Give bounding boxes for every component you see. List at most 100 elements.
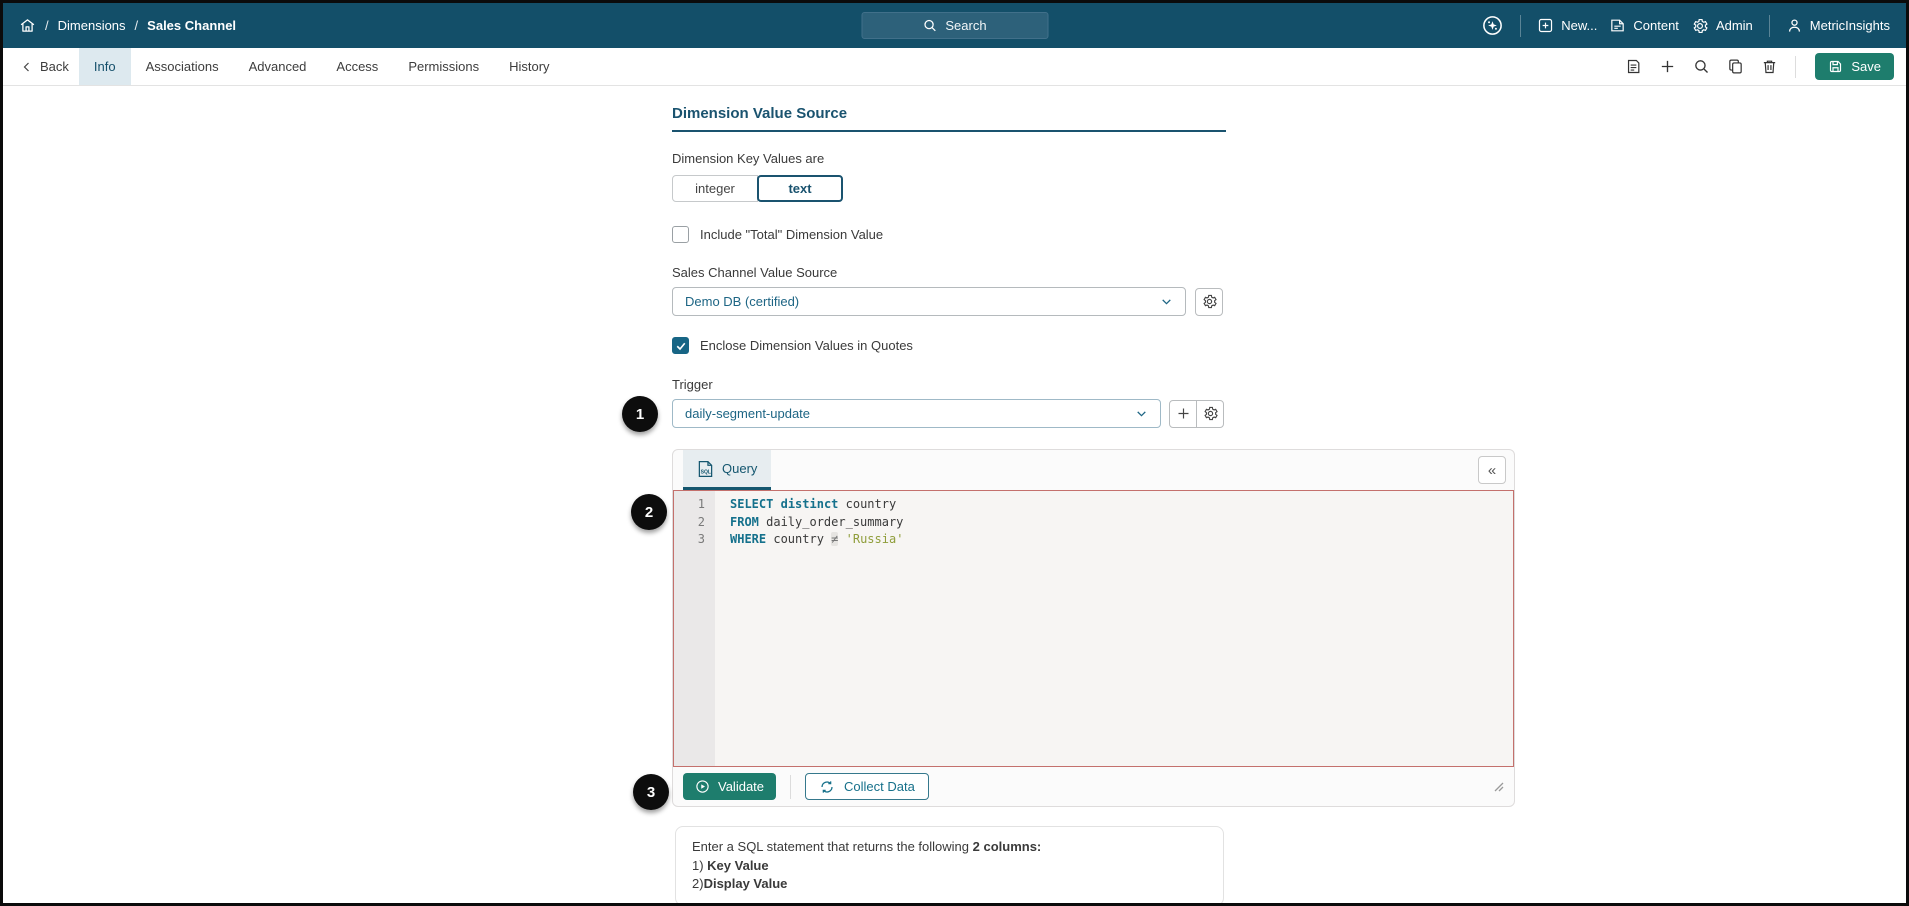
annotation-badge-3: 3 <box>633 774 669 810</box>
add-icon[interactable] <box>1659 58 1676 75</box>
sql-help-box: Enter a SQL statement that returns the f… <box>675 826 1224 903</box>
collapse-panel-button[interactable]: « <box>1478 456 1506 484</box>
chevron-down-icon <box>1160 295 1173 308</box>
tab-query[interactable]: SQL Query <box>683 450 772 490</box>
delete-icon[interactable] <box>1761 58 1778 75</box>
tab-info[interactable]: Info <box>78 48 131 85</box>
include-total-checkbox-row[interactable]: Include "Total" Dimension Value <box>672 226 1226 243</box>
help-line-2: 1) Key Value <box>692 857 769 873</box>
content-menu[interactable]: Content <box>1609 17 1679 34</box>
value-source-label: Sales Channel Value Source <box>672 265 838 280</box>
breadcrumb-section[interactable]: Dimensions <box>58 18 126 33</box>
trigger-row: 1 daily-segment-update <box>622 396 1226 432</box>
search-icon <box>922 18 937 33</box>
notes-icon[interactable] <box>1625 58 1642 75</box>
tab-associations[interactable]: Associations <box>131 48 234 85</box>
app-window: / Dimensions / Sales Channel Search New.… <box>0 0 1909 906</box>
user-icon <box>1786 17 1803 34</box>
assistant-icon[interactable] <box>1481 14 1504 37</box>
code-line: FROM daily_order_summary <box>730 514 904 529</box>
enclose-quotes-checkbox-row[interactable]: Enclose Dimension Values in Quotes <box>672 337 1226 354</box>
query-panel: 2 3 SQL Query « 123 SELECT distinct coun… <box>631 449 1515 810</box>
editor-line-numbers: 123 <box>674 491 715 766</box>
value-source-row: Demo DB (certified) <box>672 287 1226 316</box>
key-values-option-text[interactable]: text <box>757 175 843 202</box>
query-panel-footer: Validate Collect Data <box>673 767 1514 806</box>
divider <box>1795 55 1797 78</box>
gear-icon <box>1691 17 1709 35</box>
new-menu[interactable]: New... <box>1537 17 1597 34</box>
enclose-quotes-checkbox[interactable] <box>672 337 689 354</box>
editor-code[interactable]: SELECT distinct country FROM daily_order_… <box>715 491 903 766</box>
trigger-value: daily-segment-update <box>685 406 811 421</box>
validate-button[interactable]: Validate <box>683 773 777 800</box>
content-icon <box>1609 17 1626 34</box>
breadcrumb-current: Sales Channel <box>147 18 237 33</box>
divider <box>1520 14 1522 37</box>
main-content: Dimension Value Source Dimension Key Val… <box>3 86 1906 903</box>
help-line-3: 2)Display Value <box>692 876 788 891</box>
trigger-select[interactable]: daily-segment-update <box>672 399 1161 428</box>
tab-advanced[interactable]: Advanced <box>234 48 322 85</box>
save-button[interactable]: Save <box>1815 53 1894 80</box>
sql-editor[interactable]: 123 SELECT distinct country FROM daily_or… <box>673 490 1514 767</box>
svg-text:SQL: SQL <box>701 469 711 475</box>
value-source-select[interactable]: Demo DB (certified) <box>672 287 1186 316</box>
user-menu-label: MetricInsights <box>1809 18 1890 33</box>
save-icon <box>1828 59 1843 74</box>
search-icon[interactable] <box>1693 58 1710 75</box>
include-total-label: Include "Total" Dimension Value <box>700 227 884 242</box>
refresh-icon <box>819 779 835 795</box>
value-source-settings-button[interactable] <box>1195 287 1223 316</box>
chevron-down-icon <box>1135 407 1148 420</box>
sql-file-icon: SQL <box>697 460 714 478</box>
navbar-menu: New... Content Admin MetricInsights <box>1481 14 1890 37</box>
user-menu[interactable]: MetricInsights <box>1786 17 1890 34</box>
query-tab-label: Query <box>722 461 758 476</box>
content-menu-label: Content <box>1633 18 1679 33</box>
value-source-value: Demo DB (certified) <box>685 294 800 309</box>
admin-menu[interactable]: Admin <box>1691 17 1753 35</box>
trigger-buttons <box>1169 399 1224 428</box>
top-navbar: / Dimensions / Sales Channel Search New.… <box>3 3 1906 48</box>
divider <box>1768 14 1770 37</box>
validate-label: Validate <box>718 779 765 794</box>
key-values-option-integer[interactable]: integer <box>672 175 758 202</box>
key-values-toggle: integer text <box>672 175 843 202</box>
search-label: Search <box>945 18 987 33</box>
enclose-quotes-label: Enclose Dimension Values in Quotes <box>700 338 913 353</box>
trigger-settings-button[interactable] <box>1196 399 1224 428</box>
duplicate-icon[interactable] <box>1727 58 1744 75</box>
collect-data-button[interactable]: Collect Data <box>805 773 929 800</box>
new-plus-icon <box>1537 17 1554 34</box>
section-title: Dimension Value Source <box>672 86 1226 132</box>
page-toolbar: Back Info Associations Advanced Access P… <box>3 48 1906 86</box>
toolbar-actions: Save <box>1625 53 1894 80</box>
breadcrumb-separator: / <box>45 18 49 33</box>
help-line-1: Enter a SQL statement that returns the f… <box>692 839 1042 854</box>
tab-history[interactable]: History <box>494 48 564 85</box>
save-label: Save <box>1851 59 1881 74</box>
global-search[interactable]: Search <box>861 12 1048 39</box>
breadcrumb-separator: / <box>134 18 139 33</box>
query-panel-header: SQL Query « <box>673 450 1514 490</box>
trigger-label: Trigger <box>672 377 713 392</box>
back-label: Back <box>40 59 69 74</box>
dimension-value-source-form: Dimension Value Source Dimension Key Val… <box>622 86 1226 432</box>
breadcrumb: / Dimensions / Sales Channel <box>19 17 236 34</box>
section-title-text: Dimension Value Source <box>672 105 1226 132</box>
trigger-add-button[interactable] <box>1169 399 1197 428</box>
tab-permissions[interactable]: Permissions <box>393 48 494 85</box>
resize-handle[interactable] <box>1491 779 1504 797</box>
tab-access[interactable]: Access <box>321 48 393 85</box>
play-circle-icon <box>695 779 710 794</box>
code-line: SELECT distinct country <box>730 497 897 511</box>
admin-menu-label: Admin <box>1715 18 1753 33</box>
back-button[interactable]: Back <box>21 59 69 74</box>
annotation-badge-1: 1 <box>622 396 658 432</box>
chevron-left-icon <box>21 61 33 73</box>
code-line: WHERE country ≠ 'Russia' <box>730 532 904 546</box>
include-total-checkbox[interactable] <box>672 226 689 243</box>
home-icon[interactable] <box>19 17 36 34</box>
collect-data-label: Collect Data <box>844 779 915 794</box>
